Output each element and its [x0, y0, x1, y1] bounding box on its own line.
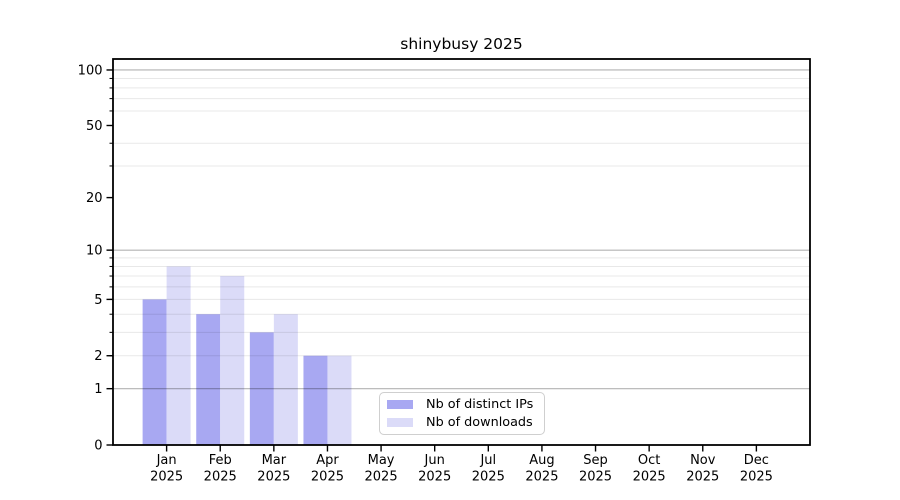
x-tick-label-mar: Mar 2025: [257, 453, 290, 485]
y-tick-label-20: 20: [86, 191, 103, 206]
x-tick-label-jun: Jun 2025: [418, 453, 451, 485]
bar-downloads-apr: [327, 355, 352, 445]
x-tick-label-jan: Jan 2025: [150, 453, 183, 485]
bar-distinct-ips-feb: [196, 314, 221, 445]
legend-item-downloads: Nb of downloads: [387, 414, 544, 430]
legend-swatch-distinct-ips: [387, 400, 413, 409]
chart-figure: shinybusy 2025 0 1 2 5 10 20 50 100 Jan 2025 Feb 20…: [0, 0, 900, 500]
y-tick-label-1: 1: [94, 382, 102, 397]
legend-item-distinct-ips: Nb of distinct IPs: [387, 396, 544, 412]
y-tick-label-5: 5: [94, 293, 102, 308]
bar-distinct-ips-apr: [303, 355, 328, 445]
legend-label-downloads: Nb of downloads: [426, 414, 533, 430]
x-tick-label-oct: Oct 2025: [633, 453, 666, 485]
x-tick-label-feb: Feb 2025: [204, 453, 237, 485]
y-tick-label-100: 100: [78, 63, 103, 78]
x-tick-label-apr: Apr 2025: [311, 453, 344, 485]
x-tick-label-jul: Jul 2025: [472, 453, 505, 485]
x-tick-label-sep: Sep 2025: [579, 453, 612, 485]
bar-distinct-ips-jan: [142, 299, 167, 445]
bar-downloads-feb: [220, 276, 245, 445]
x-tick-label-aug: Aug 2025: [525, 453, 558, 485]
y-tick-label-0: 0: [94, 439, 102, 454]
x-tick-label-dec: Dec 2025: [740, 453, 773, 485]
y-tick-label-10: 10: [86, 244, 103, 259]
legend-swatch-downloads: [387, 418, 413, 427]
legend-label-distinct-ips: Nb of distinct IPs: [426, 396, 534, 412]
bar-downloads-mar: [273, 314, 298, 445]
x-tick-label-nov: Nov 2025: [686, 453, 719, 485]
x-tick-label-may: May 2025: [365, 453, 398, 485]
y-tick-label-2: 2: [94, 349, 102, 364]
y-tick-label-50: 50: [86, 119, 103, 134]
legend-box: Nb of distinct IPs Nb of downloads: [379, 392, 545, 435]
